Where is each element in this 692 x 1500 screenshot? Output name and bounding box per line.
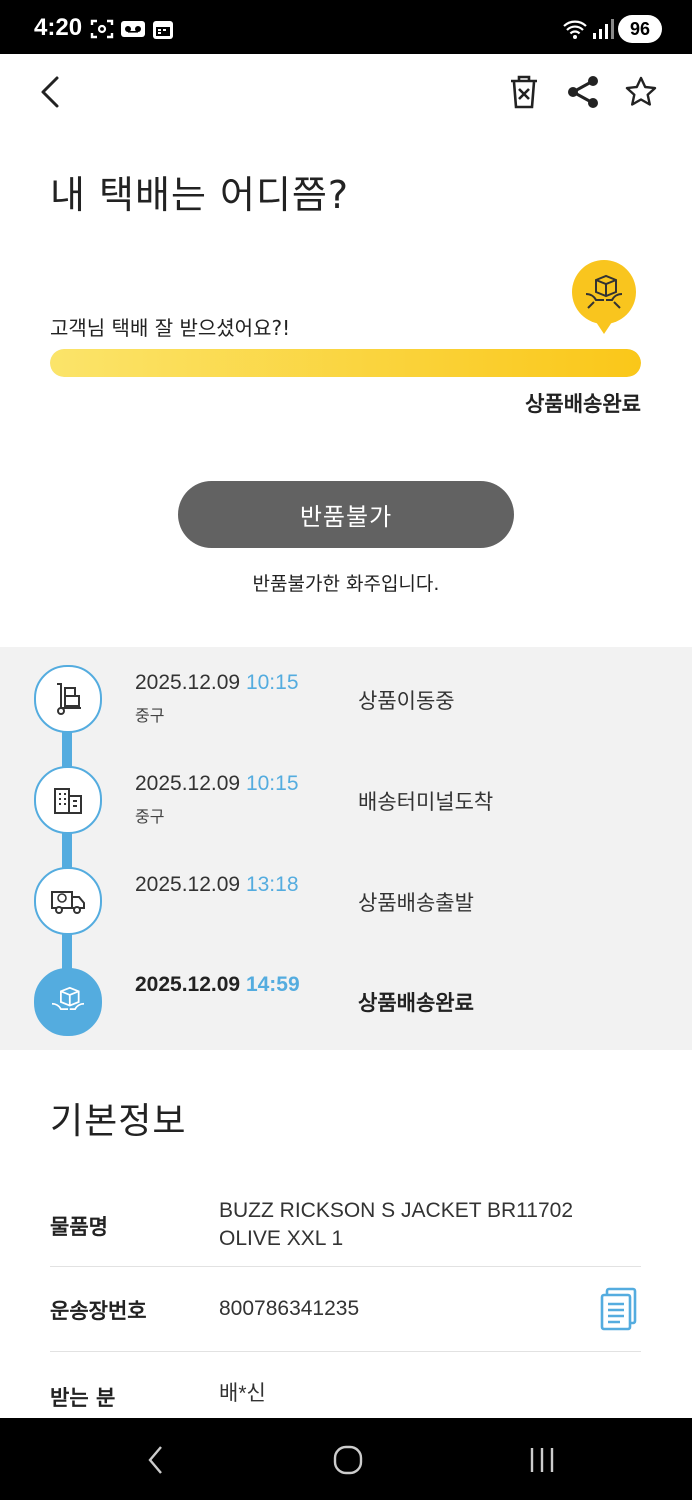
back-arrow-icon [41,76,59,108]
calendar-icon [153,21,173,39]
voicemail-icon [121,21,145,37]
product-value-line1: BUZZ RICKSON S JACKET BR11702 [219,1199,573,1222]
battery-indicator: 96 [618,15,662,43]
timeline-step-2-datetime: 2025.12.09 10:15 [135,772,299,795]
product-value: BUZZ RICKSON S JACKET BR11702 OLIVE XXL … [219,1197,573,1253]
timeline-step-1-marker [34,665,102,733]
product-label: 물품명 [50,1215,108,1239]
timeline-step-3-marker [34,867,102,935]
timeline-step-4-marker [34,968,102,1036]
share-icon [568,76,598,108]
app-header [0,54,692,134]
nav-back-button[interactable] [126,1438,186,1482]
status-time: 4:20 [34,14,83,41]
timeline-step-2-status: 배송터미널도착 [358,790,494,814]
favorite-button[interactable] [619,70,663,114]
basic-info-title: 기본정보 [50,1101,187,1142]
nav-recents-button[interactable] [512,1438,572,1482]
timeline-step-3-status: 상품배송출발 [358,891,474,915]
tracking-label: 운송장번호 [50,1299,147,1323]
return-button[interactable]: 반품불가 [178,481,514,548]
timeline-step-1-datetime: 2025.12.09 10:15 [135,671,299,694]
tracking-timeline: 2025.12.09 10:15 중구 상품이동중 2025.12.09 10:… [0,647,692,1050]
delivery-status-marker [572,260,636,334]
return-note: 반품불가한 화주입니다. [252,573,440,595]
status-bar: 4:20 96 [0,0,692,54]
screenshot-icon [90,19,114,39]
page-title: 내 택배는 어디쯤? [50,173,350,217]
signal-icon [593,19,614,39]
info-row-tracking: 운송장번호 800786341235 [50,1267,641,1352]
info-row-recipient: 받는 분 배*신 [50,1352,641,1422]
nav-home-button[interactable] [318,1438,378,1482]
building-icon [54,788,82,814]
share-button[interactable] [561,70,605,114]
delete-button[interactable] [502,70,546,114]
delivery-progress-fill [50,349,641,377]
nav-back-icon [148,1446,162,1474]
delivery-message: 고객님 택배 잘 받으셨어요?! [50,316,291,340]
timeline-step-1-place: 중구 [135,706,165,725]
timeline-step-4-datetime: 2025.12.09 14:59 [135,973,300,996]
nav-recents-icon [530,1448,554,1472]
wifi-icon [563,20,587,39]
trash-icon [511,75,537,109]
recipient-value: 배*신 [219,1382,266,1405]
timeline-step-4-status: 상품배송완료 [358,991,474,1015]
box-in-hands-icon [585,274,623,309]
system-nav-bar [0,1418,692,1500]
product-value-line2: OLIVE XXL 1 [219,1227,344,1250]
timeline-connector [62,697,72,1007]
star-icon [625,76,657,106]
delivery-progress-bar [50,349,641,377]
timeline-step-2-place: 중구 [135,807,165,826]
nav-home-icon [333,1445,363,1475]
copy-tracking-button[interactable] [599,1287,639,1331]
tracking-value: 800786341235 [219,1297,360,1320]
recipient-label: 받는 분 [50,1386,116,1410]
info-row-product: 물품명 BUZZ RICKSON S JACKET BR11702 OLIVE … [50,1184,641,1267]
delivery-status-label: 상품배송완료 [525,392,641,416]
timeline-step-1-status: 상품이동중 [358,689,455,713]
timeline-step-3-datetime: 2025.12.09 13:18 [135,873,299,896]
back-button[interactable] [28,70,72,114]
timeline-step-2-marker [34,766,102,834]
copy-icon [600,1287,637,1331]
hand-truck-icon [57,683,81,715]
delivery-truck-icon [51,891,85,914]
box-in-hands-icon [51,986,85,1010]
